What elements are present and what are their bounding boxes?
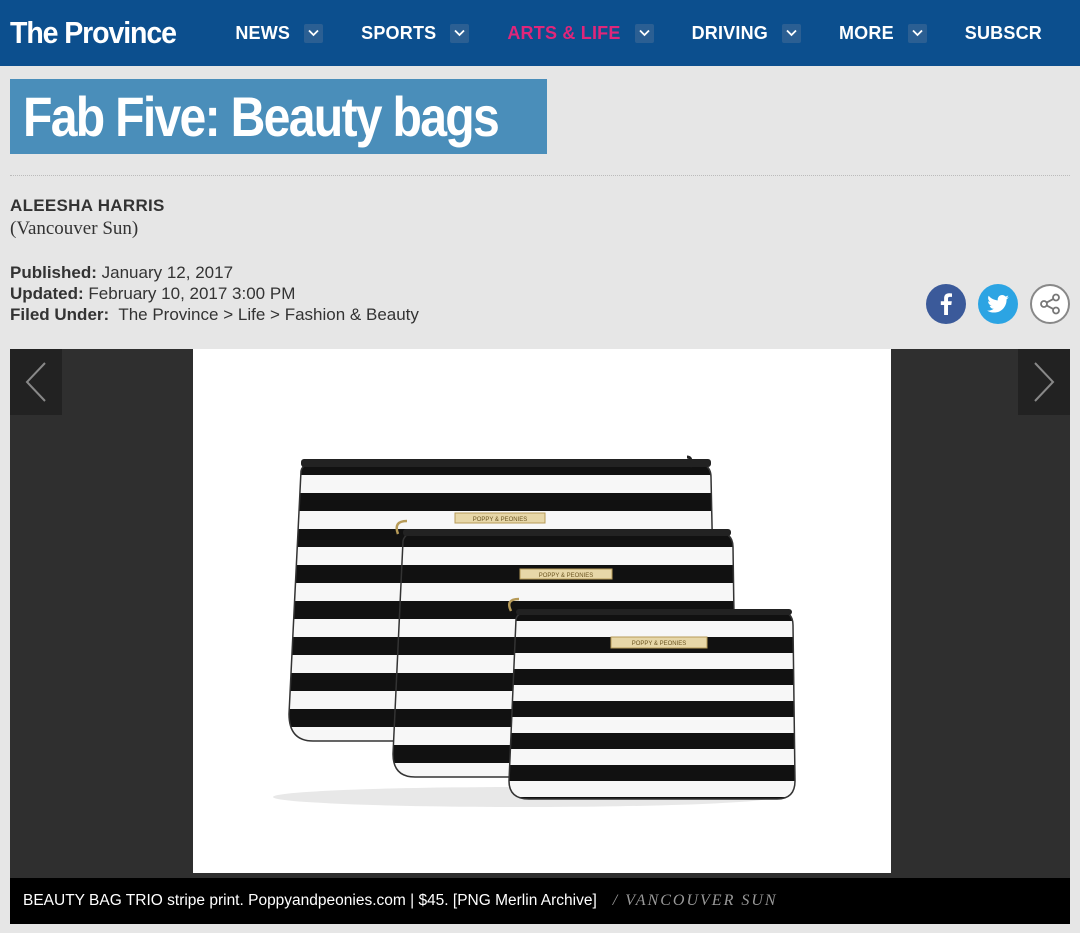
twitter-share-button[interactable] bbox=[978, 284, 1018, 324]
chevron-down-icon[interactable] bbox=[781, 23, 801, 43]
nav-label: DRIVING bbox=[691, 22, 768, 43]
share-icon bbox=[1040, 293, 1060, 315]
main-nav: NEWS SPORTS ARTS & LIFE DRIVING MORE SUB… bbox=[235, 23, 1080, 44]
photo-caption: BEAUTY BAG TRIO stripe print. Poppyandpe… bbox=[10, 878, 1070, 924]
article-meta: Published: January 12, 2017 Updated: Feb… bbox=[10, 262, 419, 325]
nav-item-subscribe[interactable]: SUBSCR bbox=[965, 23, 1042, 44]
brand-plate-text: POPPY & PEONIES bbox=[539, 573, 594, 579]
caption-text: BEAUTY BAG TRIO stripe print. Poppyandpe… bbox=[23, 892, 597, 909]
divider bbox=[10, 175, 1070, 176]
facebook-icon bbox=[940, 293, 952, 315]
nav-label: ARTS & LIFE bbox=[507, 22, 621, 43]
breadcrumb-link[interactable]: Life bbox=[238, 305, 265, 324]
breadcrumb-link[interactable]: The Province bbox=[118, 305, 218, 324]
breadcrumb-separator: > bbox=[270, 305, 280, 324]
nav-label: NEWS bbox=[235, 22, 291, 43]
chevron-down-icon[interactable] bbox=[634, 23, 654, 43]
facebook-share-button[interactable] bbox=[926, 284, 966, 324]
nav-label: MORE bbox=[838, 22, 894, 43]
gallery-next-button[interactable] bbox=[1018, 349, 1070, 415]
chevron-right-icon bbox=[1034, 362, 1055, 402]
author-source: (Vancouver Sun) bbox=[10, 218, 139, 239]
chevron-down-icon[interactable] bbox=[450, 23, 470, 43]
beauty-bags-image: POPPY & PEONIES POPPY & PEONIES POPPY & … bbox=[273, 455, 796, 807]
nav-item-sports[interactable]: SPORTS bbox=[361, 22, 470, 44]
site-logo[interactable]: The Province bbox=[10, 15, 184, 51]
share-button[interactable] bbox=[1030, 284, 1070, 324]
nav-item-arts-life[interactable]: ARTS & LIFE bbox=[507, 22, 654, 44]
nav-label: SUBSCR bbox=[964, 22, 1042, 43]
breadcrumb-separator: > bbox=[223, 305, 234, 324]
updated-date: February 10, 2017 3:00 PM bbox=[88, 284, 296, 303]
page-title: Fab Five: Beauty bags bbox=[23, 85, 500, 148]
nav-item-news[interactable]: NEWS bbox=[235, 22, 324, 44]
updated-label: Updated: bbox=[10, 284, 84, 303]
nav-item-driving[interactable]: DRIVING bbox=[692, 23, 801, 44]
brand-plate-text: POPPY & PEONIES bbox=[473, 517, 528, 523]
published-line: Published: January 12, 2017 bbox=[10, 262, 419, 283]
top-navigation-bar: The Province NEWS SPORTS ARTS & LIFE DRI… bbox=[0, 0, 1080, 66]
author-name[interactable]: ALEESHA HARRIS bbox=[10, 196, 165, 216]
breadcrumb: Filed Under: The Province > Life > Fashi… bbox=[10, 304, 419, 325]
breadcrumb-link[interactable]: Fashion & Beauty bbox=[285, 305, 419, 324]
photo-gallery: POPPY & PEONIES POPPY & PEONIES POPPY & … bbox=[10, 349, 1070, 924]
brand-plate-text: POPPY & PEONIES bbox=[632, 641, 687, 647]
gallery-photo[interactable]: POPPY & PEONIES POPPY & PEONIES POPPY & … bbox=[193, 349, 891, 873]
nav-label: SPORTS bbox=[361, 22, 437, 43]
filed-label: Filed Under: bbox=[10, 305, 110, 324]
updated-line: Updated: February 10, 2017 3:00 PM bbox=[10, 283, 419, 304]
chevron-left-icon bbox=[25, 362, 46, 402]
chevron-down-icon[interactable] bbox=[907, 23, 927, 43]
photo-credit: / VANCOUVER SUN bbox=[612, 892, 778, 909]
nav-item-more[interactable]: MORE bbox=[839, 23, 927, 44]
headline-box: Fab Five: Beauty bags bbox=[10, 79, 547, 154]
twitter-icon bbox=[987, 295, 1009, 313]
published-date: January 12, 2017 bbox=[101, 263, 234, 282]
published-label: Published: bbox=[10, 263, 97, 282]
gallery-previous-button[interactable] bbox=[10, 349, 62, 415]
chevron-down-icon[interactable] bbox=[304, 23, 324, 43]
